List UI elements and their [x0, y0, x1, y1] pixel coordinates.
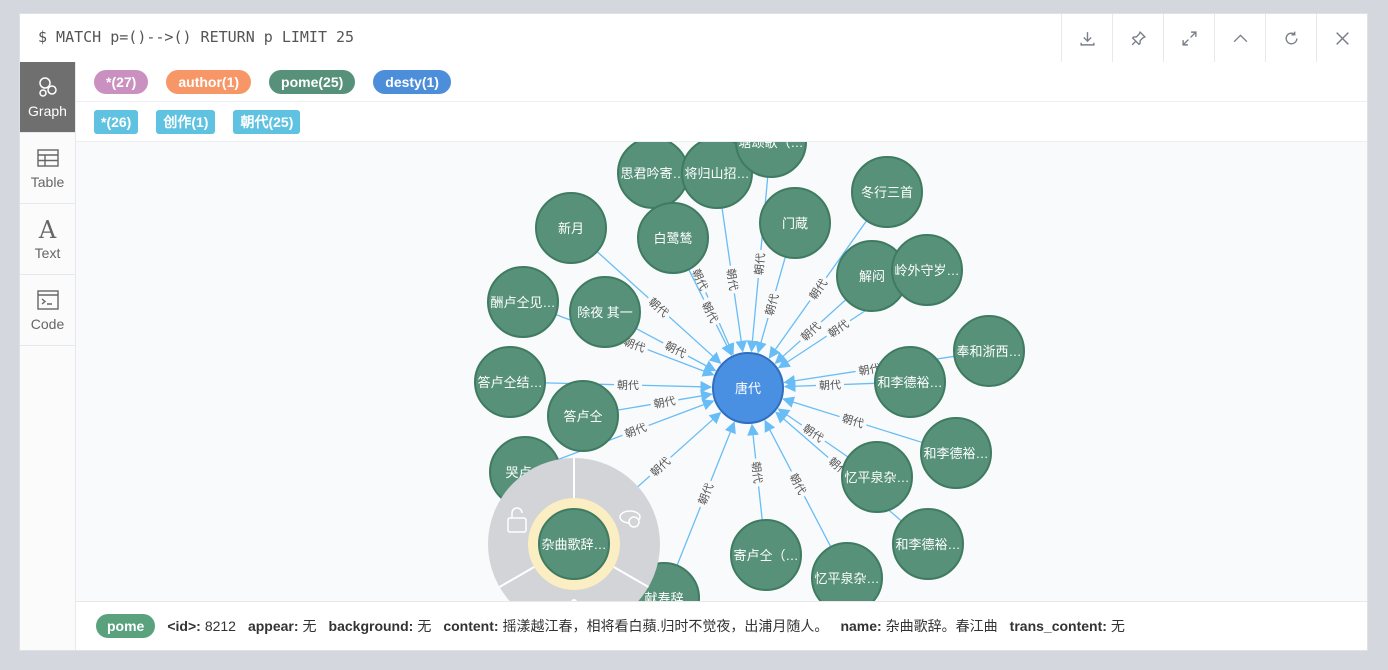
- pome-node[interactable]: 忆平泉杂…: [841, 441, 913, 513]
- graph-view: *(27) author(1) pome(25) desty(1) *(26) …: [76, 62, 1367, 650]
- node-labels-row: *(27) author(1) pome(25) desty(1): [76, 62, 1367, 102]
- graph-icon: [38, 77, 57, 97]
- nav-graph[interactable]: Graph: [20, 62, 75, 133]
- node-caption: 和李德裕…: [923, 446, 988, 461]
- result-frame: $ MATCH p=()-->() RETURN p LIMIT 25 Grap…: [19, 13, 1368, 651]
- pome-node[interactable]: 除夜 其一: [569, 276, 641, 348]
- nav-text[interactable]: A Text: [20, 204, 75, 275]
- nav-code-label: Code: [30, 316, 65, 332]
- node-caption: 新月: [558, 221, 584, 236]
- rel-pill-all[interactable]: *(26): [94, 109, 139, 134]
- rel-types-row: *(26) 创作(1) 朝代(25): [76, 102, 1367, 142]
- inspector-label-pill[interactable]: pome: [96, 614, 156, 638]
- prop-trans-content: trans_content: 无: [1009, 618, 1125, 634]
- close-icon[interactable]: [1316, 14, 1367, 62]
- label-pill-pome[interactable]: pome(25): [269, 69, 356, 94]
- prop-content: content: 摇漾越江春，相将看白蘋.归时不觉夜，出浦月随人。: [443, 618, 829, 634]
- node-caption: 冬行三首: [861, 185, 913, 200]
- node-caption: 思君吟寄…: [620, 166, 685, 181]
- edge-label: 朝代: [840, 412, 865, 431]
- node-caption: 杂曲歌辞…: [541, 537, 606, 552]
- pome-node[interactable]: 新月: [535, 192, 607, 264]
- center-node-caption: 唐代: [735, 381, 761, 396]
- graph-svg[interactable]: 朝代 朝代朝代朝代朝代 朝代 朝代朝代 朝代朝代 朝代朝代朝代 朝代朝代朝代朝代 朝代朝代朝代…: [76, 142, 1367, 602]
- edge-label: 朝代: [749, 461, 764, 484]
- nav-table[interactable]: Table: [20, 133, 75, 204]
- edge-label: 朝代: [819, 379, 841, 393]
- prop-background: background: 无: [328, 618, 432, 634]
- label-pill-desty[interactable]: desty(1): [373, 69, 451, 94]
- node-caption: 酬卢仝见…: [490, 295, 555, 310]
- node-caption: 岭外守岁…: [894, 263, 959, 278]
- node-caption: 忆平泉杂…: [814, 571, 879, 586]
- node-caption: 将归山招…: [684, 166, 749, 181]
- pome-node[interactable]: 岭外守岁…: [891, 234, 963, 306]
- nav-table-label: Table: [30, 174, 65, 190]
- text-icon: A: [38, 215, 57, 244]
- node-caption: 白鹭鸶: [653, 231, 692, 246]
- expand-icon[interactable]: [1163, 14, 1214, 62]
- edge-label: 朝代: [617, 379, 639, 393]
- nav-code[interactable]: Code: [20, 275, 75, 346]
- pome-node[interactable]: 酬卢仝见…: [487, 266, 559, 338]
- rel-pill-dynasty[interactable]: 朝代(25): [233, 109, 301, 134]
- label-pill-author[interactable]: author(1): [166, 69, 252, 94]
- center-node-tang[interactable]: 唐代: [712, 352, 784, 424]
- pome-node[interactable]: 寄卢仝（…: [730, 519, 802, 591]
- pome-node[interactable]: 忆平泉杂…: [811, 542, 883, 602]
- node-caption: 奉和浙西…: [956, 344, 1021, 359]
- pome-node[interactable]: 白鹭鸶: [637, 202, 709, 274]
- pome-node[interactable]: 门蔵: [759, 187, 831, 259]
- node-caption: 除夜 其一: [577, 305, 633, 320]
- node-caption: 塘颂歌（…: [738, 142, 803, 150]
- prop-id: <id>: 8212: [167, 618, 236, 634]
- frame-toolbar: [1061, 14, 1367, 62]
- pome-node[interactable]: 答卢仝结…: [474, 346, 546, 418]
- node-caption: 和李德裕…: [895, 537, 960, 552]
- graph-canvas[interactable]: 朝代 朝代 朝代 朝代 朝代 朝代 朝代 朝代 朝代 朝代 朝代 朝代 朝代 朝代 朝代 朝代 朝代 朝代 朝代 朝代…: [76, 142, 1367, 602]
- node-caption: 和李德裕…: [877, 375, 942, 390]
- pome-node[interactable]: 冬行三首: [851, 156, 923, 228]
- edge-label: 朝代: [763, 292, 782, 317]
- download-icon[interactable]: [1061, 14, 1112, 62]
- prop-appear: appear: 无: [247, 618, 317, 634]
- query-bar: $ MATCH p=()-->() RETURN p LIMIT 25: [20, 14, 1367, 63]
- pome-node[interactable]: 和李德裕…: [874, 346, 946, 418]
- label-pill-all[interactable]: *(27): [94, 69, 149, 94]
- query-text[interactable]: $ MATCH p=()-->() RETURN p LIMIT 25: [38, 28, 354, 46]
- nav-text-label: Text: [34, 244, 61, 261]
- pome-node[interactable]: 和李德裕…: [892, 508, 964, 580]
- node-caption: 寄卢仝（…: [733, 548, 798, 563]
- refresh-icon[interactable]: [1265, 14, 1316, 62]
- node-caption: 答卢仝结…: [477, 375, 542, 390]
- pome-node[interactable]: 奉和浙西…: [953, 315, 1025, 387]
- node-caption: 忆平泉杂…: [844, 470, 909, 485]
- inspector-bar: pome <id>: 8212 appear: 无 background: 无 con…: [76, 601, 1367, 650]
- node-caption: 答卢仝: [563, 409, 602, 424]
- pin-icon[interactable]: [1112, 14, 1163, 62]
- edge-label: 朝代: [753, 252, 768, 275]
- pome-node[interactable]: 答卢仝: [547, 380, 619, 452]
- collapse-up-icon[interactable]: [1214, 14, 1265, 62]
- nodes: 思君吟寄…将归山招… 塘颂歌（… 冬行三首新月白鹭鸶 门蔵解闷 岭外守岁… 酬卢仝见… 除夜…: [474, 142, 1025, 602]
- nav-graph-label: Graph: [28, 103, 67, 119]
- code-icon: [36, 290, 59, 310]
- view-switcher: Graph Table A Text Code: [20, 62, 76, 650]
- rel-pill-create[interactable]: 创作(1): [156, 109, 216, 134]
- prop-name: name: 杂曲歌辞。春江曲: [840, 618, 998, 634]
- node-caption: 解闷: [859, 269, 885, 284]
- table-icon: [36, 149, 59, 167]
- pome-node[interactable]: 思君吟寄…: [617, 142, 689, 209]
- pome-node[interactable]: 和李德裕…: [920, 417, 992, 489]
- node-caption: 门蔵: [782, 216, 808, 231]
